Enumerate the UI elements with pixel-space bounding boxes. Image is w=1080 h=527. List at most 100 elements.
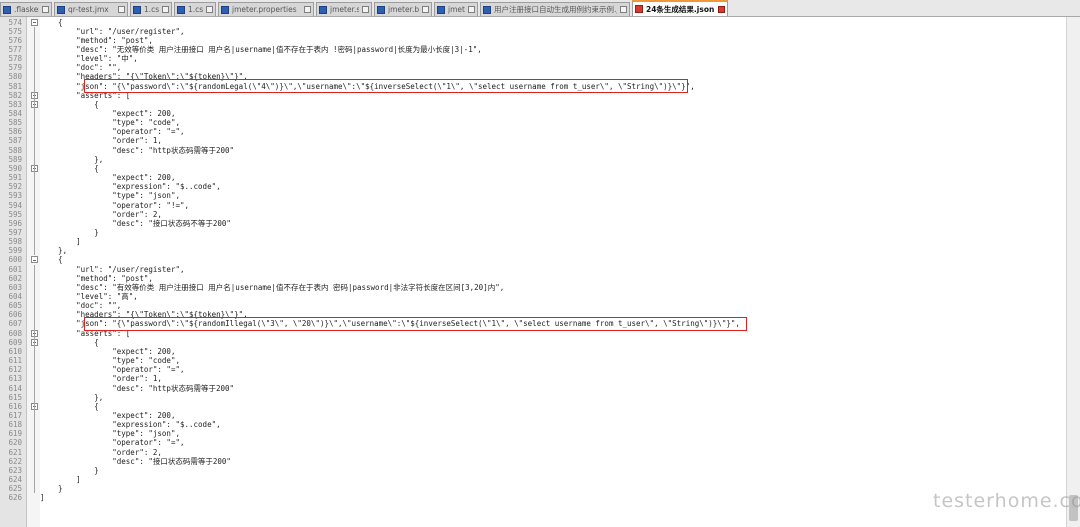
line-number: 625 xyxy=(8,484,22,494)
code-text: ] xyxy=(40,493,45,503)
code-text: }, xyxy=(40,154,104,164)
line-number: 577 xyxy=(8,44,22,54)
code-line: 601 "url": "/user/register", xyxy=(8,264,1066,274)
close-box-icon[interactable] xyxy=(42,6,49,13)
code-text: "desc": "有效等价类 用户注册接口 用户名|username|值不存在于… xyxy=(40,282,505,292)
line-number: 617 xyxy=(8,410,22,420)
tab-1[interactable]: qr-test.jmx xyxy=(54,2,128,16)
line-number: 576 xyxy=(8,35,22,45)
tab-label: jmeter.sh xyxy=(330,5,359,14)
line-number: 610 xyxy=(8,346,22,356)
code-text: "expect": 200, xyxy=(40,346,176,356)
code-line: 616 { xyxy=(8,402,1066,411)
code-line: 614 "desc": "http状态码需等于200" xyxy=(8,383,1066,393)
line-number: 609 xyxy=(8,337,22,347)
line-number: 607 xyxy=(8,319,22,329)
line-number: 582 xyxy=(8,90,22,100)
close-box-icon[interactable] xyxy=(362,6,369,13)
code-line: 595 "order": 2, xyxy=(8,210,1066,219)
code-text: "level": "高", xyxy=(40,292,138,301)
code-text: }, xyxy=(40,392,104,402)
code-text: "doc": "", xyxy=(40,301,122,311)
code-line: 576 "method": "post", xyxy=(8,35,1066,45)
code-line: 611 "type": "code", xyxy=(8,356,1066,365)
code-text: "method": "post", xyxy=(40,35,153,45)
tab-7[interactable]: jmeter xyxy=(434,2,478,16)
code-line: 586 "operator": "=", xyxy=(8,127,1066,136)
highlight-box xyxy=(84,79,688,93)
fold-guide-line xyxy=(34,26,35,256)
file-icon xyxy=(377,5,385,14)
tab-label: jmeter xyxy=(448,5,465,14)
code-text: "desc": "http状态码需等于200" xyxy=(40,145,235,155)
code-line: 600 { xyxy=(8,255,1066,265)
tab-3[interactable]: 1.csv xyxy=(174,2,216,16)
close-box-icon[interactable] xyxy=(468,6,475,13)
editor-pane[interactable]: 574 {575 "url": "/user/register", 576 "me… xyxy=(0,17,1066,527)
tab-label: qr-test.jmx xyxy=(68,5,109,14)
code-text: "doc": "", xyxy=(40,63,122,73)
fold-toggle-icon[interactable] xyxy=(31,256,38,264)
code-text: "operator": "=", xyxy=(40,365,185,375)
code-text: "desc": "无效等价类 用户注册接口 用户名|username|值不存在于… xyxy=(40,44,482,54)
line-number: 605 xyxy=(8,301,22,311)
code-line: 590 { xyxy=(8,164,1066,173)
close-box-icon[interactable] xyxy=(206,6,213,13)
code-line: 593 "type": "json", xyxy=(8,191,1066,200)
close-box-icon[interactable] xyxy=(118,6,125,13)
line-number: 590 xyxy=(8,163,22,173)
line-number: 602 xyxy=(8,273,22,283)
line-number: 613 xyxy=(8,374,22,384)
code-text: "desc": "http状态码需等于200" xyxy=(40,383,235,393)
code-line: 587 "order": 1, xyxy=(8,136,1066,145)
editor-window: .flaskenv qr-test.jmx 1.csv 1.csv jmeter.pro… xyxy=(0,0,1080,527)
code-area[interactable]: 574 {575 "url": "/user/register", 576 "me… xyxy=(8,17,1066,527)
close-box-icon[interactable] xyxy=(304,6,311,13)
code-text: } xyxy=(40,465,99,475)
tab-4[interactable]: jmeter.properties xyxy=(218,2,314,16)
line-number: 587 xyxy=(8,136,22,146)
code-line: 609 { xyxy=(8,338,1066,347)
tab-2[interactable]: 1.csv xyxy=(130,2,172,16)
vertical-scrollbar[interactable] xyxy=(1066,17,1080,527)
line-number: 611 xyxy=(8,356,22,366)
tab-8[interactable]: 用户注册接口自动生成用例约束示例.json xyxy=(480,2,630,16)
close-box-icon[interactable] xyxy=(718,5,725,13)
tab-6[interactable]: jmeter.bat xyxy=(374,2,432,16)
close-box-icon[interactable] xyxy=(620,6,627,13)
code-text: "expect": 200, xyxy=(40,109,176,118)
tab-9[interactable]: 24条生成结果.json xyxy=(632,0,728,16)
code-line: 615 }, xyxy=(8,392,1066,402)
file-icon xyxy=(177,5,185,14)
line-number: 620 xyxy=(8,438,22,448)
tab-0[interactable]: .flaskenv xyxy=(0,2,52,16)
line-number: 575 xyxy=(8,26,22,36)
code-line: 626] xyxy=(8,493,1066,503)
code-text: "method": "post", xyxy=(40,273,153,283)
file-icon xyxy=(57,5,65,14)
code-text: "url": "/user/register", xyxy=(40,264,185,274)
line-number: 584 xyxy=(8,109,22,118)
code-line: 604 "level": "高", xyxy=(8,292,1066,301)
tab-label: jmeter.bat xyxy=(388,5,419,14)
tab-label: jmeter.properties xyxy=(232,5,297,14)
line-number: 579 xyxy=(8,63,22,73)
code-text: { xyxy=(40,255,63,265)
fold-toggle-icon[interactable] xyxy=(31,18,38,26)
file-icon xyxy=(483,5,491,14)
code-text: } xyxy=(40,227,99,237)
tab-bar: .flaskenv qr-test.jmx 1.csv 1.csv jmeter.pro… xyxy=(0,0,1080,17)
tab-5[interactable]: jmeter.sh xyxy=(316,2,372,16)
code-line: 617 "expect": 200, xyxy=(8,411,1066,420)
line-number: 599 xyxy=(8,246,22,256)
code-line: 619 "type": "json", xyxy=(8,429,1066,438)
code-line: 624 ] xyxy=(8,475,1066,484)
line-number: 593 xyxy=(8,191,22,201)
close-box-icon[interactable] xyxy=(422,6,429,13)
line-number: 574 xyxy=(8,17,22,27)
close-box-icon[interactable] xyxy=(162,6,169,13)
code-line: 618 "expression": "$..code", xyxy=(8,420,1066,429)
code-line: 599 }, xyxy=(8,246,1066,255)
line-number: 624 xyxy=(8,475,22,484)
code-text: "url": "/user/register", xyxy=(40,26,185,36)
